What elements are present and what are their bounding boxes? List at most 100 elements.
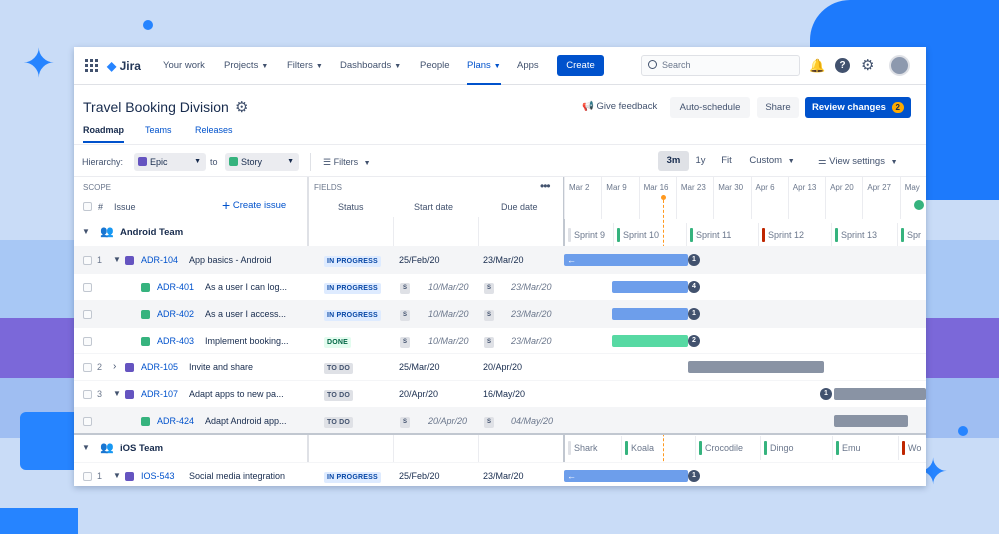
issue-summary[interactable]: As a user I access... — [205, 301, 298, 327]
chevron-down-icon[interactable]: ▼ — [113, 247, 121, 273]
tab-roadmap[interactable]: Roadmap — [83, 125, 125, 143]
app-switcher-icon[interactable] — [85, 59, 98, 72]
hierarchy-from-select[interactable]: Epic ▼ — [134, 153, 206, 171]
due-date-cell[interactable]: 04/May/20 — [511, 408, 553, 434]
dependency-count-badge[interactable]: 1 — [820, 388, 832, 400]
issue-summary[interactable]: Implement booking... — [205, 328, 298, 354]
tab-releases[interactable]: Releases — [195, 125, 233, 135]
status-cell[interactable]: TO DO — [324, 354, 354, 380]
search-input[interactable]: Search — [641, 55, 800, 76]
issue-key[interactable]: ADR-424 — [157, 408, 194, 434]
nav-plans[interactable]: Plans ▼ — [467, 47, 501, 85]
status-cell[interactable]: IN PROGRESS — [324, 247, 381, 273]
create-button[interactable]: Create — [557, 55, 604, 76]
nav-apps[interactable]: Apps — [517, 47, 539, 85]
give-feedback-button[interactable]: 📢 Give feedback — [582, 101, 657, 112]
avatar[interactable] — [889, 55, 910, 76]
timeline-bar[interactable] — [834, 388, 926, 400]
timeline-bar[interactable] — [834, 415, 908, 427]
table-row[interactable]: ADR-402 As a user I access... IN PROGRESS S… — [74, 300, 926, 327]
row-checkbox[interactable] — [83, 337, 92, 346]
status-cell[interactable]: IN PROGRESS — [324, 301, 381, 327]
due-date-cell[interactable]: 23/Mar/20 — [483, 463, 524, 486]
tab-teams[interactable]: Teams — [145, 125, 172, 135]
start-date-cell[interactable]: 25/Feb/20 — [399, 463, 440, 486]
review-changes-button[interactable]: Review changes 2 — [805, 97, 911, 118]
hierarchy-to-select[interactable]: Story ▼ — [225, 153, 299, 171]
jira-logo[interactable]: ◆ Jira — [107, 47, 141, 85]
issue-key[interactable]: ADR-105 — [141, 354, 178, 380]
zoom-custom-button[interactable]: Custom ▼ — [742, 151, 802, 171]
timeline-bar[interactable]: ← — [564, 470, 688, 482]
chevron-right-icon[interactable]: › — [113, 354, 116, 380]
dependency-count-badge[interactable]: 4 — [688, 281, 700, 293]
table-row[interactable]: 3 ▼ ADR-107 Adapt apps to new pa... TO DO 20/… — [74, 380, 926, 407]
chevron-down-icon[interactable]: ▼ — [113, 463, 121, 486]
row-checkbox[interactable] — [83, 417, 92, 426]
status-cell[interactable]: IN PROGRESS — [324, 274, 381, 300]
zoom-1y-button[interactable]: 1y — [688, 151, 713, 171]
settings-icon[interactable]: ⚙ — [235, 98, 248, 116]
table-row[interactable]: ADR-403 Implement booking... DONE S S 10/Mar/… — [74, 327, 926, 354]
group-row-android[interactable]: ▼ 👥 Android Team — [74, 219, 563, 246]
issue-summary[interactable]: Adapt apps to new pa... — [189, 381, 290, 407]
issue-key[interactable]: ADR-107 — [141, 381, 178, 407]
help-icon[interactable]: ? — [835, 58, 850, 73]
issue-key[interactable]: ADR-402 — [157, 301, 194, 327]
due-date-cell[interactable]: 23/Mar/20 — [511, 274, 552, 300]
row-checkbox[interactable] — [83, 390, 92, 399]
start-date-cell[interactable]: 25/Feb/20 — [399, 247, 440, 273]
timeline-bar[interactable] — [612, 335, 688, 347]
create-issue-button[interactable]: + Create issue — [222, 198, 286, 212]
more-icon[interactable]: ••• — [540, 179, 551, 193]
issue-key[interactable]: ADR-401 — [157, 274, 194, 300]
filters-button[interactable]: ☰ Filters ▼ — [323, 157, 371, 168]
nav-your-work[interactable]: Your work — [163, 47, 205, 85]
table-row[interactable]: ADR-401 As a user I can log... IN PROGRESS… — [74, 273, 926, 300]
row-checkbox[interactable] — [83, 363, 92, 372]
nav-projects[interactable]: Projects ▼ — [224, 47, 268, 85]
row-checkbox[interactable] — [83, 472, 92, 481]
row-checkbox[interactable] — [83, 256, 92, 265]
table-row[interactable]: 1 ▼ ADR-104 App basics - Android IN PROGRESS… — [74, 246, 926, 273]
zoom-fit-button[interactable]: Fit — [714, 151, 739, 171]
timeline-bar[interactable] — [688, 361, 824, 373]
issue-summary[interactable]: Social media integration — [189, 463, 290, 486]
due-date-cell[interactable]: 23/Mar/20 — [483, 247, 524, 273]
issue-summary[interactable]: Adapt Android app... — [205, 408, 298, 434]
due-date-cell[interactable]: 16/May/20 — [483, 381, 525, 407]
issue-summary[interactable]: As a user I can log... — [205, 274, 298, 300]
group-row-ios[interactable]: ▼ 👥 iOS Team — [74, 435, 563, 462]
nav-people[interactable]: People — [420, 47, 450, 85]
start-date-cell[interactable]: 20/Apr/20 — [428, 408, 467, 434]
dependency-count-badge[interactable]: 1 — [688, 254, 700, 266]
select-all-checkbox[interactable] — [83, 202, 92, 211]
timeline-bar[interactable] — [612, 308, 688, 320]
row-checkbox[interactable] — [83, 310, 92, 319]
issue-summary[interactable]: App basics - Android — [189, 247, 290, 273]
start-date-cell[interactable]: 10/Mar/20 — [428, 328, 469, 354]
status-cell[interactable]: TO DO — [324, 408, 354, 434]
status-cell[interactable]: DONE — [324, 328, 352, 354]
view-settings-button[interactable]: ⚌ View settings ▼ — [818, 156, 898, 167]
status-cell[interactable]: TO DO — [324, 381, 354, 407]
issue-key[interactable]: ADR-403 — [157, 328, 194, 354]
dependency-count-badge[interactable]: 2 — [688, 335, 700, 347]
start-date-cell[interactable]: 10/Mar/20 — [428, 274, 469, 300]
due-date-cell[interactable]: 20/Apr/20 — [483, 354, 522, 380]
share-button[interactable]: Share — [757, 97, 799, 118]
nav-dashboards[interactable]: Dashboards ▼ — [340, 47, 401, 85]
nav-filters[interactable]: Filters ▼ — [287, 47, 323, 85]
notifications-icon[interactable]: 🔔 — [809, 58, 825, 74]
due-date-cell[interactable]: 23/Mar/20 — [511, 328, 552, 354]
settings-icon[interactable]: ⚙ — [861, 56, 874, 74]
auto-schedule-button[interactable]: Auto-schedule — [670, 97, 750, 118]
table-row[interactable]: ADR-424 Adapt Android app... TO DO S S 20/Apr… — [74, 407, 926, 434]
start-date-cell[interactable]: 10/Mar/20 — [428, 301, 469, 327]
status-cell[interactable]: IN PROGRESS — [324, 463, 381, 486]
issue-key[interactable]: IOS-543 — [141, 463, 175, 486]
issue-summary[interactable]: Invite and share — [189, 354, 290, 380]
due-date-cell[interactable]: 23/Mar/20 — [511, 301, 552, 327]
timeline-bar[interactable]: ← — [564, 254, 688, 266]
table-row[interactable]: 1 ▼ IOS-543 Social media integration IN PROG… — [74, 462, 926, 486]
